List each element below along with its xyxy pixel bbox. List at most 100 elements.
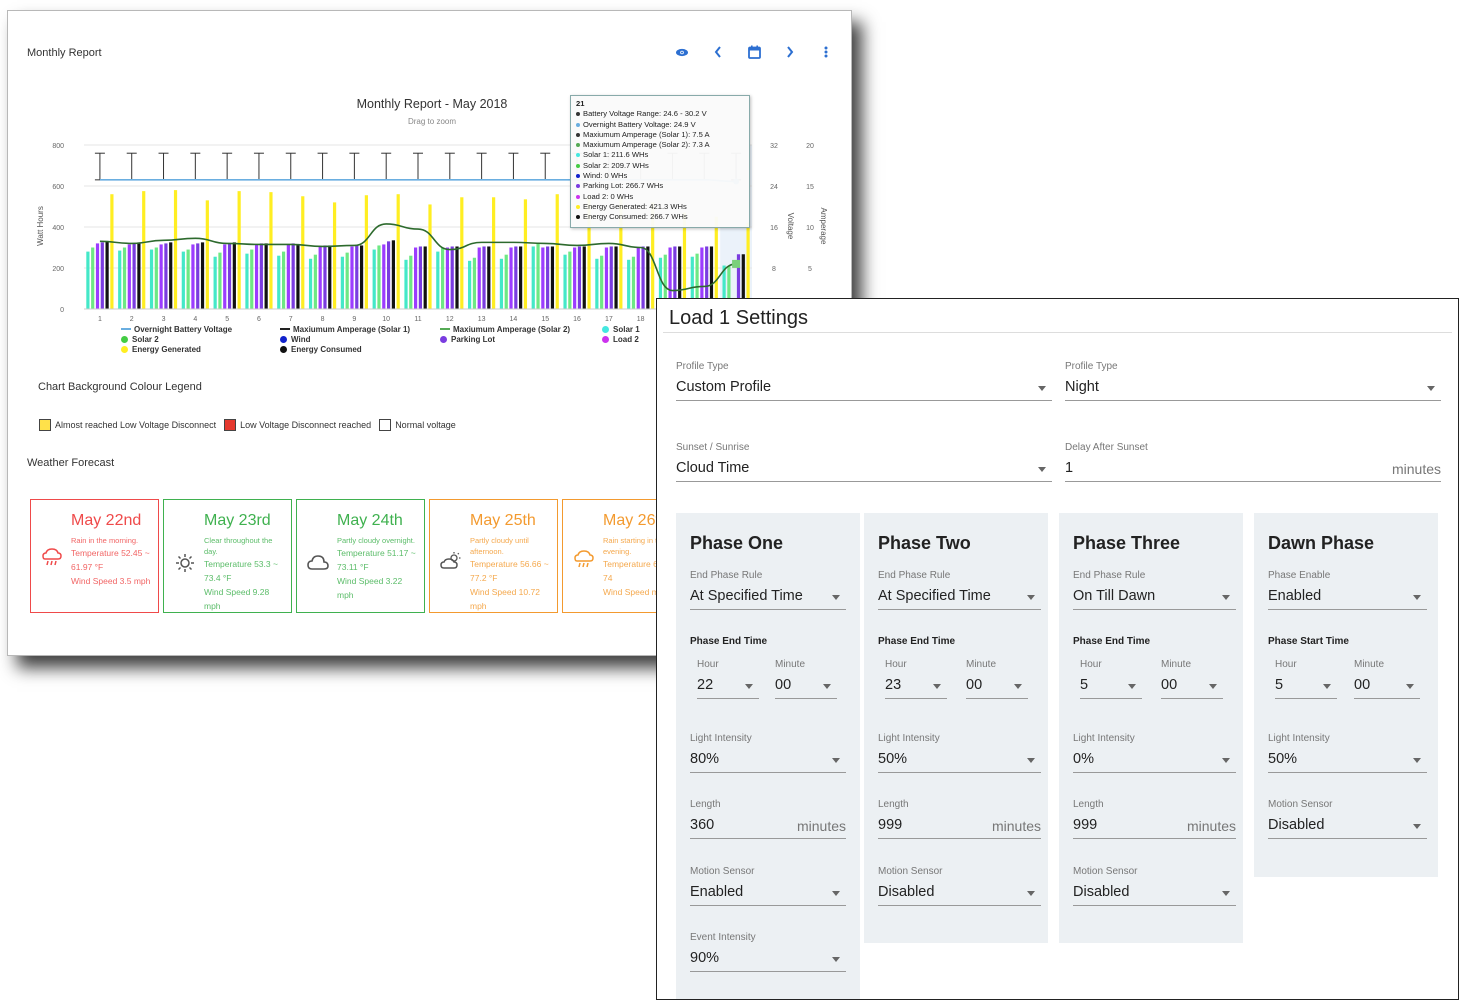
- weather-card[interactable]: May 24th Partly cloudy overnight. Temper…: [296, 499, 425, 613]
- report-title: Monthly Report: [27, 47, 102, 59]
- light-intensity-select[interactable]: Light Intensity 0%: [1073, 733, 1236, 773]
- event-intensity-select[interactable]: Event Intensity 90%: [690, 932, 846, 972]
- bar: [308, 258, 313, 309]
- light-intensity-select[interactable]: Light Intensity 50%: [1268, 733, 1427, 773]
- phase-one-panel: Phase One End Phase Rule At Specified Ti…: [676, 513, 860, 999]
- bar: [350, 246, 354, 309]
- x-tick-label: 3: [162, 316, 166, 323]
- tooltip-row: Load 2: 0 WHs: [576, 192, 744, 202]
- field-label: Light Intensity: [878, 733, 940, 744]
- field-value: 1: [1065, 460, 1074, 476]
- bar: [196, 243, 200, 309]
- legend-item[interactable]: Solar 1: [602, 324, 640, 334]
- tooltip-dot: [576, 163, 580, 168]
- tooltip-dot: [576, 112, 580, 117]
- bar: [223, 244, 227, 309]
- hour-select[interactable]: Hour 5: [1080, 659, 1142, 699]
- phase-title: Phase Three: [1073, 533, 1181, 553]
- dropdown-caret-icon: [1038, 467, 1046, 472]
- field-value: 999: [1073, 817, 1098, 833]
- field-suffix: minutes: [991, 818, 1041, 834]
- bar: [609, 246, 613, 309]
- light-intensity-select[interactable]: Light Intensity 80%: [690, 733, 846, 773]
- field-value: At Specified Time: [878, 588, 991, 604]
- field-label: Delay After Sunset: [1065, 442, 1148, 453]
- calendar-icon[interactable]: [747, 44, 761, 60]
- field-value: 999: [878, 817, 903, 833]
- bar: [396, 194, 400, 309]
- length-input[interactable]: Length 360 minutes: [690, 799, 846, 839]
- light-intensity-select[interactable]: Light Intensity 50%: [878, 733, 1041, 773]
- field-label: Light Intensity: [690, 733, 752, 744]
- minute-select[interactable]: Minute 00: [966, 659, 1028, 699]
- x-tick-label: 13: [478, 316, 486, 323]
- weather-card[interactable]: May 25th Partly cloudy until afternoon. …: [429, 499, 558, 613]
- bar: [418, 246, 422, 309]
- x-tick-label: 12: [446, 316, 454, 323]
- bar: [568, 251, 572, 309]
- delay-after-sunset-input[interactable]: Delay After Sunset 1 minutes: [1065, 442, 1441, 482]
- bar: [445, 247, 450, 309]
- field-value: Cloud Time: [676, 460, 750, 476]
- field-label: Profile Type: [1065, 361, 1118, 372]
- legend-item[interactable]: Solar 2: [121, 334, 232, 344]
- weather-card[interactable]: May 22nd Rain in the morning. Temperatur…: [30, 499, 159, 613]
- weather-card[interactable]: May 23rd Clear throughout the day. Tempe…: [163, 499, 292, 613]
- profile-type-night-select[interactable]: Profile Type Night: [1065, 361, 1441, 401]
- x-tick-label: 9: [352, 316, 356, 323]
- legend-item[interactable]: Maxiumum Amperage (Solar 2): [440, 324, 570, 334]
- motion-sensor-select[interactable]: Motion Sensor Enabled: [690, 866, 846, 906]
- bar: [646, 246, 650, 309]
- bar: [614, 246, 618, 309]
- weather-temp: Temperature 51.17 ~ 73.11 °F: [337, 548, 416, 572]
- phase-enable-select[interactable]: Phase Enable Enabled: [1268, 570, 1427, 610]
- bar: [250, 249, 254, 309]
- visibility-icon[interactable]: [675, 44, 689, 60]
- bar: [604, 247, 609, 309]
- length-input[interactable]: Length 999 minutes: [878, 799, 1041, 839]
- hour-select[interactable]: Hour 23: [885, 659, 947, 699]
- motion-sensor-select[interactable]: Motion Sensor Disabled: [1073, 866, 1236, 906]
- more-vert-icon[interactable]: [819, 44, 833, 60]
- minute-select[interactable]: Minute 00: [1354, 659, 1420, 699]
- x-tick-label: 7: [289, 316, 293, 323]
- tooltip-row: Wind: 0 WHs: [576, 171, 744, 181]
- dropdown-caret-icon: [1027, 891, 1035, 896]
- motion-sensor-select[interactable]: Motion Sensor Disabled: [878, 866, 1041, 906]
- legend-item[interactable]: Parking Lot: [440, 334, 570, 344]
- dropdown-caret-icon: [823, 684, 831, 689]
- minute-select[interactable]: Minute 00: [775, 659, 837, 699]
- field-label: Motion Sensor: [1073, 866, 1138, 877]
- end-phase-rule-select[interactable]: End Phase Rule At Specified Time: [690, 570, 846, 610]
- chevron-right-icon[interactable]: [783, 44, 797, 60]
- bar: [477, 247, 481, 309]
- chart-legend-col-4: Solar 1 Load 2: [602, 324, 640, 344]
- chevron-left-icon[interactable]: [711, 44, 725, 60]
- end-phase-rule-select[interactable]: End Phase Rule On Till Dawn: [1073, 570, 1236, 610]
- end-phase-rule-select[interactable]: End Phase Rule At Specified Time: [878, 570, 1041, 610]
- legend-item[interactable]: Wind: [280, 334, 410, 344]
- minute-select[interactable]: Minute 00: [1161, 659, 1223, 699]
- sunset-sunrise-select[interactable]: Sunset / Sunrise Cloud Time: [676, 442, 1052, 482]
- legend-item[interactable]: Maxiumum Amperage (Solar 1): [280, 324, 410, 334]
- field-value: 50%: [878, 751, 908, 767]
- hour-select[interactable]: Hour 22: [697, 659, 759, 699]
- hour-select[interactable]: Hour 5: [1275, 659, 1337, 699]
- y-tick-mid: 32: [770, 143, 778, 150]
- legend-item[interactable]: Load 2: [602, 334, 640, 344]
- field-value: 90%: [690, 950, 720, 966]
- bar: [332, 202, 337, 309]
- profile-type-select[interactable]: Profile Type Custom Profile: [676, 361, 1052, 401]
- field-label: Motion Sensor: [878, 866, 943, 877]
- legend-item[interactable]: Energy Generated: [121, 344, 232, 354]
- rain-icon: [42, 548, 62, 566]
- bar: [254, 244, 259, 309]
- legend-item[interactable]: Overnight Battery Voltage: [121, 324, 232, 334]
- motion-sensor-select[interactable]: Motion Sensor Disabled: [1268, 799, 1427, 839]
- bar: [386, 241, 391, 309]
- length-input[interactable]: Length 999 minutes: [1073, 799, 1236, 839]
- bar: [631, 256, 636, 309]
- legend-item[interactable]: Energy Consumed: [280, 344, 410, 354]
- load-settings-window: Load 1 Settings Profile Type Custom Prof…: [656, 298, 1459, 1000]
- bar: [127, 244, 131, 309]
